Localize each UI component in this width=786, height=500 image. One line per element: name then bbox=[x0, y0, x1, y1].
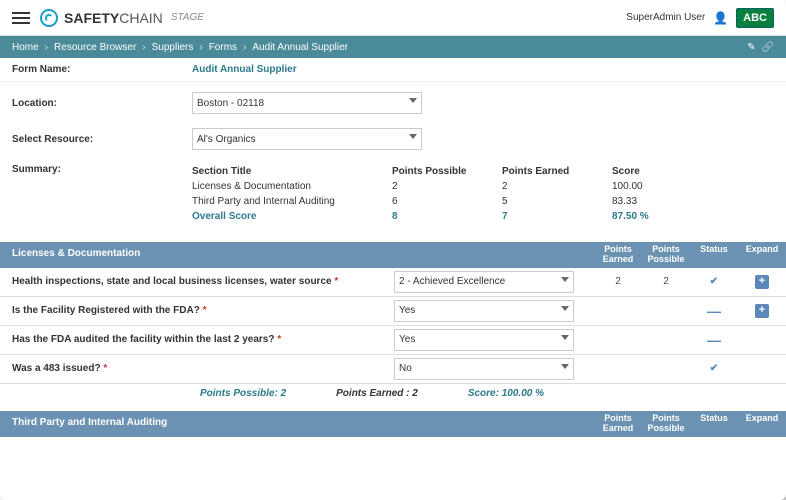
summary-table: Section Title Points Possible Points Ear… bbox=[192, 164, 774, 224]
location-label: Location: bbox=[12, 98, 192, 109]
points-possible: 2 bbox=[642, 276, 690, 287]
current-user[interactable]: SuperAdmin User bbox=[626, 12, 705, 23]
env-stage: STAGE bbox=[171, 12, 204, 23]
chevron-down-icon bbox=[561, 277, 569, 282]
question-row: Was a 483 issued? * No ✔ bbox=[0, 355, 786, 384]
crumb-suppliers[interactable]: Suppliers bbox=[152, 42, 194, 53]
overall-score-row: Overall Score 8 7 87.50 % bbox=[192, 209, 774, 224]
minus-icon: — bbox=[707, 332, 721, 348]
minus-icon: — bbox=[707, 303, 721, 319]
edit-icon[interactable]: ✎ bbox=[747, 42, 755, 53]
check-icon: ✔ bbox=[710, 363, 718, 374]
crumb-current: Audit Annual Supplier bbox=[252, 42, 348, 53]
q4-select[interactable]: No bbox=[394, 358, 574, 380]
table-row: Third Party and Internal Auditing 6 5 83… bbox=[192, 194, 774, 209]
hamburger-icon[interactable] bbox=[12, 12, 30, 24]
q2-select[interactable]: Yes bbox=[394, 300, 574, 322]
resource-select[interactable]: Al's Organics bbox=[192, 128, 422, 150]
form-name-label: Form Name: bbox=[12, 64, 192, 75]
user-icon[interactable]: 👤 bbox=[713, 11, 728, 25]
expand-button[interactable]: + bbox=[755, 275, 769, 289]
summary-label: Summary: bbox=[12, 164, 192, 224]
chevron-down-icon bbox=[561, 306, 569, 311]
chevron-down-icon bbox=[409, 134, 417, 139]
crumb-resource-browser[interactable]: Resource Browser bbox=[54, 42, 136, 53]
points-earned: 2 bbox=[594, 276, 642, 287]
section-header-auditing: Third Party and Internal Auditing Points… bbox=[0, 411, 786, 437]
brand-logo: SAFETYCHAIN bbox=[40, 9, 163, 27]
q1-select[interactable]: 2 - Achieved Excellence bbox=[394, 271, 574, 293]
location-select[interactable]: Boston - 02118 bbox=[192, 92, 422, 114]
chevron-down-icon bbox=[561, 364, 569, 369]
section-header-licenses: Licenses & Documentation Points Earned P… bbox=[0, 242, 786, 268]
breadcrumb: Home› Resource Browser› Suppliers› Forms… bbox=[0, 36, 786, 58]
form-name-value: Audit Annual Supplier bbox=[192, 64, 297, 75]
check-icon: ✔ bbox=[710, 276, 718, 287]
crumb-home[interactable]: Home bbox=[12, 42, 39, 53]
section-footer: Points Possible: 2 Points Earned : 2 Sco… bbox=[0, 384, 786, 403]
question-row: Has the FDA audited the facility within … bbox=[0, 326, 786, 355]
question-row: Health inspections, state and local busi… bbox=[0, 268, 786, 297]
logo-mark-icon bbox=[40, 9, 58, 27]
expand-button[interactable]: + bbox=[755, 304, 769, 318]
crumb-forms[interactable]: Forms bbox=[209, 42, 237, 53]
resource-label: Select Resource: bbox=[12, 134, 192, 145]
chevron-down-icon bbox=[409, 98, 417, 103]
chevron-down-icon bbox=[561, 335, 569, 340]
table-row: Licenses & Documentation 2 2 100.00 bbox=[192, 179, 774, 194]
q3-select[interactable]: Yes bbox=[394, 329, 574, 351]
question-row: Is the Facility Registered with the FDA?… bbox=[0, 297, 786, 326]
link-icon[interactable]: 🔗 bbox=[762, 42, 774, 53]
company-badge: ABC bbox=[736, 8, 774, 28]
